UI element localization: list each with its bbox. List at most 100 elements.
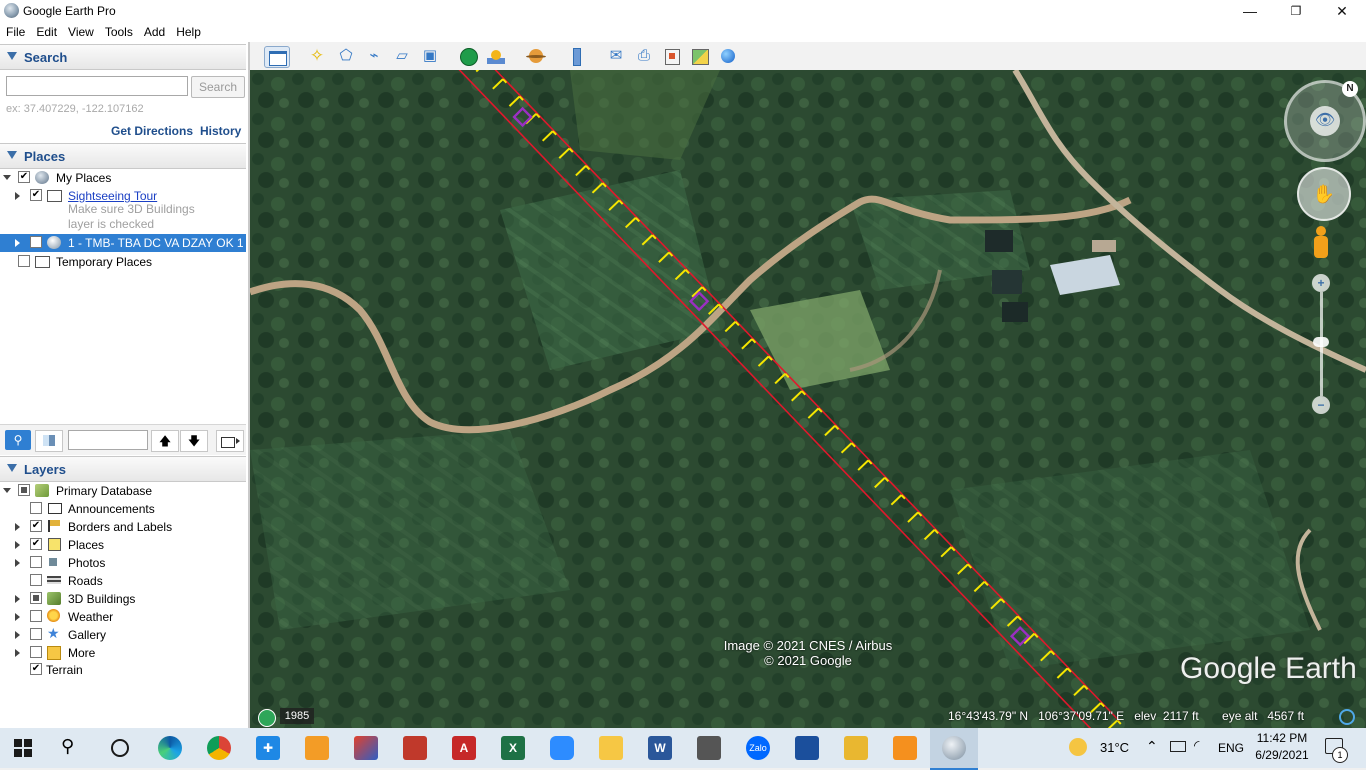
ai-app-icon[interactable] xyxy=(893,736,917,760)
calendar-app-icon[interactable] xyxy=(403,736,427,760)
street-view-pegman-icon[interactable] xyxy=(1311,226,1331,264)
layer-roads[interactable]: Roads xyxy=(0,572,246,590)
menu-edit[interactable]: Edit xyxy=(30,22,62,39)
expand-arrow-icon[interactable] xyxy=(15,239,20,247)
expand-arrow-icon[interactable] xyxy=(15,595,20,603)
snipping-tool-icon[interactable] xyxy=(354,736,378,760)
google-earth-taskbar-button[interactable] xyxy=(930,728,978,770)
move-up-icon[interactable]: 🡅 xyxy=(151,430,179,452)
panel-toggle-icon[interactable] xyxy=(35,430,63,452)
menu-file[interactable]: File xyxy=(0,22,30,39)
menu-view[interactable]: View xyxy=(62,22,99,39)
history-link[interactable]: History xyxy=(200,124,241,138)
mapinfo-icon[interactable] xyxy=(795,736,819,760)
minimize-button[interactable]: — xyxy=(1227,0,1273,22)
menu-tools[interactable]: Tools xyxy=(99,22,138,39)
expand-arrow-icon[interactable] xyxy=(15,523,20,531)
checkbox-gallery[interactable] xyxy=(30,628,42,640)
earth-gallery-icon[interactable] xyxy=(717,46,739,66)
tree-item-primary-database[interactable]: Primary Database xyxy=(0,482,246,500)
layer-terrain[interactable]: ✔ Terrain xyxy=(0,661,246,679)
acrobat-icon[interactable]: A xyxy=(452,736,476,760)
add-polygon-icon[interactable]: ⬠ xyxy=(335,46,357,66)
save-image-icon[interactable] xyxy=(661,46,683,66)
language-indicator[interactable]: ENG xyxy=(1218,741,1244,755)
battery-icon[interactable] xyxy=(1170,741,1186,752)
edge-icon[interactable] xyxy=(158,736,182,760)
zoom-slider-handle[interactable] xyxy=(1313,337,1329,347)
checkbox-places[interactable]: ✔ xyxy=(30,538,42,550)
historical-clock-icon[interactable] xyxy=(258,709,276,727)
show-hidden-icons-icon[interactable]: ⌃ xyxy=(1146,738,1158,755)
close-button[interactable]: ✕ xyxy=(1319,0,1365,22)
historical-imagery-icon[interactable] xyxy=(457,46,479,66)
chrome-icon[interactable] xyxy=(207,736,231,760)
planets-icon[interactable] xyxy=(525,46,547,66)
places-section-header[interactable]: Places xyxy=(0,143,246,169)
expand-arrow-icon[interactable] xyxy=(15,541,20,549)
checkbox-roads[interactable] xyxy=(30,574,42,586)
expand-arrow-icon[interactable] xyxy=(15,631,20,639)
search-icon[interactable]: ⚲ xyxy=(61,736,74,757)
get-directions-link[interactable]: Get Directions xyxy=(111,124,193,138)
word-icon[interactable]: W xyxy=(648,736,672,760)
search-input[interactable] xyxy=(6,76,188,96)
layer-borders-and-labels[interactable]: ✔ Borders and Labels xyxy=(0,518,246,536)
zalo-icon[interactable]: Zalo xyxy=(746,736,770,760)
email-icon[interactable]: ✉ xyxy=(605,46,627,66)
print-icon[interactable]: ⎙ xyxy=(633,46,655,66)
ruler-icon[interactable] xyxy=(565,46,587,66)
layer-more[interactable]: More xyxy=(0,644,246,662)
layer-places[interactable]: ✔ Places xyxy=(0,536,246,554)
expand-arrow-icon[interactable] xyxy=(3,175,11,180)
checkbox-photos[interactable] xyxy=(30,556,42,568)
google-maps-icon[interactable] xyxy=(689,46,711,66)
places-filter-input[interactable] xyxy=(68,430,148,450)
layers-section-header[interactable]: Layers xyxy=(0,456,246,482)
foxit-pdf-icon[interactable] xyxy=(305,736,329,760)
sidebar-toggle-icon[interactable] xyxy=(264,46,290,68)
zoom-out-button[interactable]: − xyxy=(1312,396,1330,414)
checkbox-my-places[interactable]: ✔ xyxy=(18,171,30,183)
move-down-icon[interactable]: 🡇 xyxy=(180,430,208,452)
zoom-in-button[interactable]: + xyxy=(1312,274,1330,292)
checkbox-borders[interactable]: ✔ xyxy=(30,520,42,532)
checkbox-3d-buildings[interactable] xyxy=(30,592,42,604)
expand-arrow-icon[interactable] xyxy=(15,649,20,657)
search-button[interactable]: Search xyxy=(191,76,245,98)
layer-weather[interactable]: Weather xyxy=(0,608,246,626)
checkbox-primary-database[interactable] xyxy=(18,484,30,496)
move-control-hand-icon[interactable]: ✋ xyxy=(1297,167,1351,221)
windows-start-icon[interactable] xyxy=(14,739,32,757)
wifi-icon[interactable]: ◜ xyxy=(1194,737,1199,754)
folder-menu-icon[interactable] xyxy=(216,430,244,452)
map-view[interactable]: 👁 N ✋ + − Image © 2021 CNES / Airbus © 2… xyxy=(250,70,1366,728)
file-explorer-icon[interactable] xyxy=(599,736,623,760)
tree-item-selected-kml[interactable]: ✔ 1 - TMB- TBA DC VA DZAY OK 1 xyxy=(0,234,246,252)
record-tour-icon[interactable]: ▣ xyxy=(419,46,441,66)
layer-gallery[interactable]: ★ Gallery xyxy=(0,626,246,644)
clock[interactable]: 11:42 PM 6/29/2021 xyxy=(1252,731,1312,762)
add-image-overlay-icon[interactable]: ▱ xyxy=(391,46,413,66)
add-path-icon[interactable]: ⌁ xyxy=(363,46,385,66)
layer-photos[interactable]: Photos xyxy=(0,554,246,572)
satellite-imagery[interactable] xyxy=(250,70,1366,728)
maximize-button[interactable]: ❐ xyxy=(1273,0,1319,22)
expand-arrow-icon[interactable] xyxy=(15,192,20,200)
expand-arrow-icon[interactable] xyxy=(15,613,20,621)
expand-arrow-icon[interactable] xyxy=(3,488,11,493)
search-icon[interactable]: ⚲ xyxy=(5,430,31,450)
search-section-header[interactable]: Search xyxy=(0,44,246,70)
add-placemark-icon[interactable]: ✧ xyxy=(306,46,328,66)
medical-app-icon[interactable]: ✚ xyxy=(256,736,280,760)
checkbox-weather[interactable] xyxy=(30,610,42,622)
menu-help[interactable]: Help xyxy=(170,22,206,39)
sightseeing-tour-link[interactable]: Sightseeing Tour xyxy=(68,189,157,203)
checkbox-temporary[interactable] xyxy=(18,255,30,267)
zoom-app-icon[interactable] xyxy=(550,736,574,760)
compass-north-icon[interactable]: N xyxy=(1342,81,1358,97)
layer-3d-buildings[interactable]: 3D Buildings xyxy=(0,590,246,608)
store-icon[interactable] xyxy=(697,736,721,760)
weather-moon-icon[interactable] xyxy=(1069,738,1087,756)
task-view-icon[interactable] xyxy=(111,739,129,757)
